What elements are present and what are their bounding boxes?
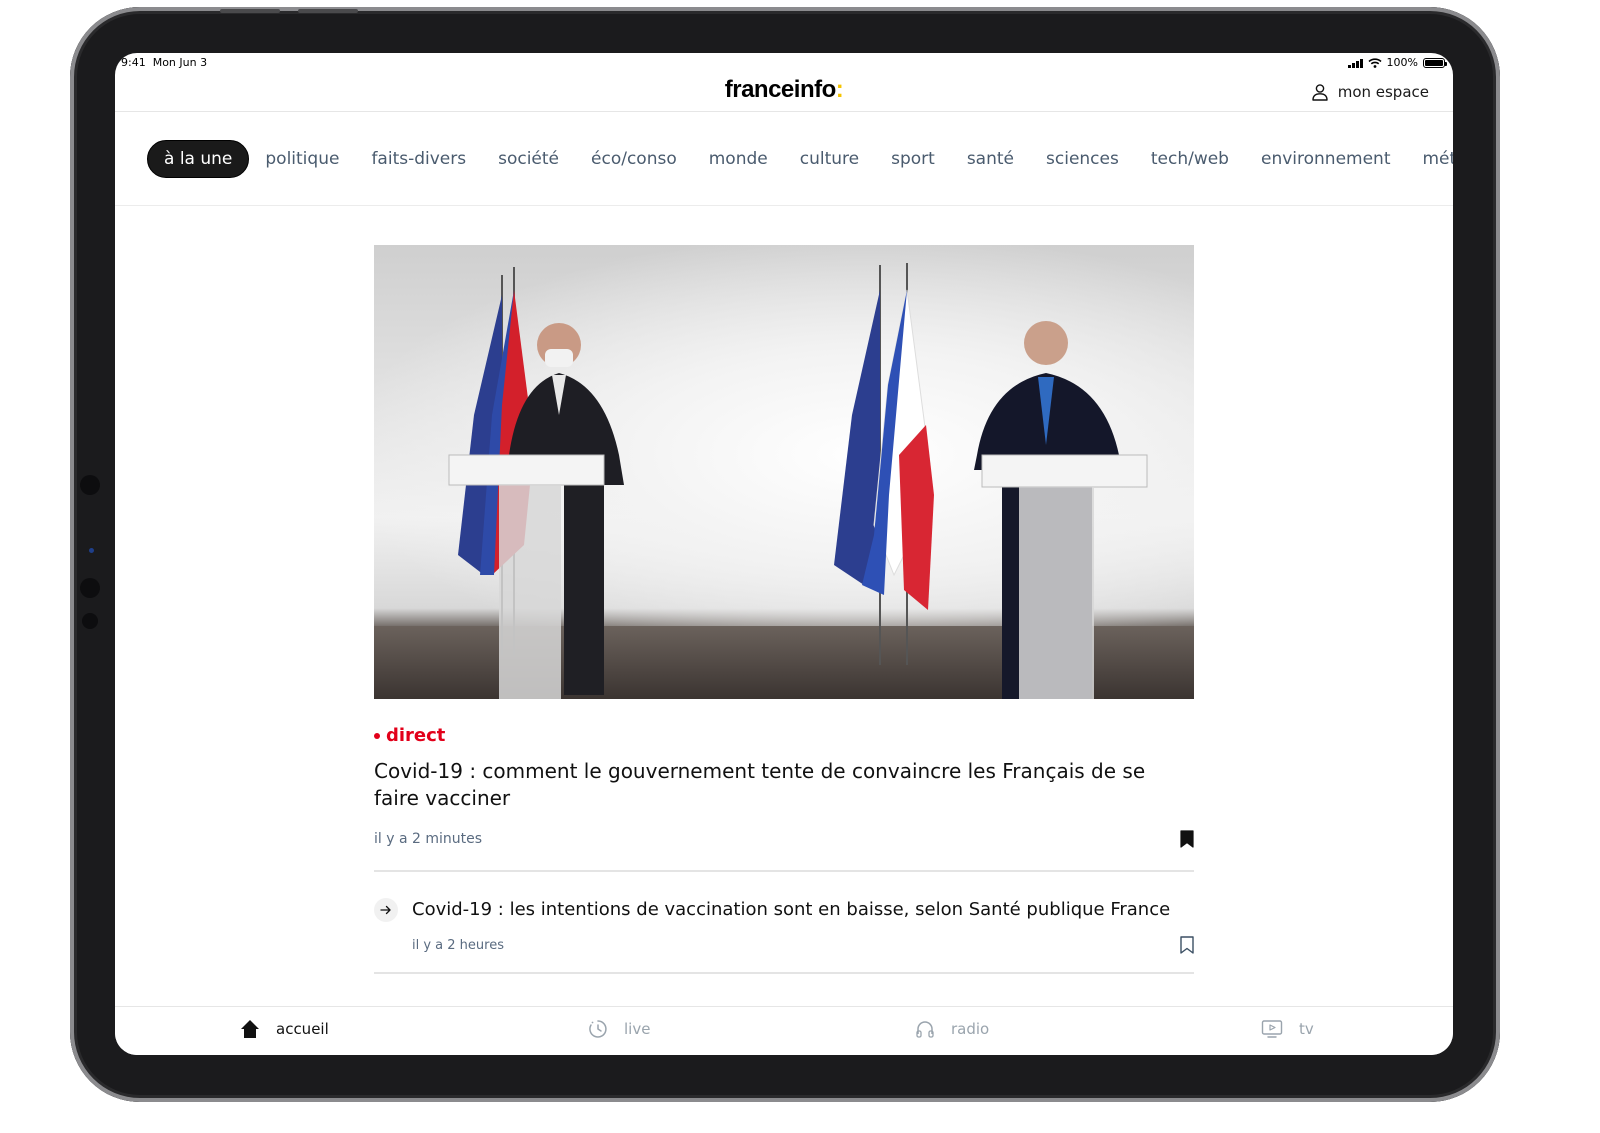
logo-accent: : xyxy=(835,76,844,103)
signal-icon xyxy=(1347,58,1363,68)
article-divider xyxy=(374,972,1194,974)
secondary-article[interactable]: Covid-19 : les intentions de vaccination… xyxy=(374,898,1194,954)
status-bar: 9:41 Mon Jun 3 100% xyxy=(115,53,1453,73)
main-article-meta: il y a 2 minutes xyxy=(374,830,1194,848)
app-screen: 9:41 Mon Jun 3 100% franceinfo: mon espa… xyxy=(115,53,1453,1055)
account-button[interactable]: mon espace xyxy=(1311,83,1429,101)
live-badge: direct xyxy=(374,725,1194,746)
tab-societe[interactable]: société xyxy=(482,141,575,177)
main-article-title[interactable]: Covid-19 : comment le gouvernement tente… xyxy=(374,758,1194,812)
tab-culture[interactable]: culture xyxy=(784,141,875,177)
article-feed: direct Covid-19 : comment le gouvernemen… xyxy=(374,245,1194,974)
franceinfo-logo[interactable]: franceinfo: xyxy=(115,76,1453,104)
camera-dot xyxy=(89,548,94,553)
tab-sante[interactable]: santé xyxy=(951,141,1030,177)
secondary-article-time: il y a 2 heures xyxy=(412,937,504,953)
status-clock: 9:41 xyxy=(121,56,146,69)
nav-accueil[interactable]: accueil xyxy=(240,1019,329,1039)
clock-icon xyxy=(589,1020,607,1038)
secondary-article-body: Covid-19 : les intentions de vaccination… xyxy=(412,898,1194,954)
live-badge-label: direct xyxy=(386,725,446,746)
tab-meteo[interactable]: météo xyxy=(1407,141,1454,177)
live-dot xyxy=(374,732,380,739)
sensor-dot xyxy=(80,578,100,598)
status-date: Mon Jun 3 xyxy=(152,56,208,69)
headphones-icon xyxy=(916,1021,934,1038)
tab-eco-conso[interactable]: éco/conso xyxy=(575,141,693,177)
wifi-icon xyxy=(1368,57,1382,68)
nav-tv-label: tv xyxy=(1299,1020,1314,1038)
nav-radio-label: radio xyxy=(951,1020,990,1038)
bookmark-filled-icon[interactable] xyxy=(1180,830,1194,848)
tab-tech-web[interactable]: tech/web xyxy=(1135,141,1245,177)
nav-radio[interactable]: radio xyxy=(915,1019,989,1039)
tabs-row: à la une politique faits-divers société … xyxy=(147,140,1453,178)
hero-image[interactable] xyxy=(374,245,1194,699)
status-time: 9:41 Mon Jun 3 xyxy=(121,56,207,69)
secondary-article-meta: il y a 2 heures xyxy=(412,936,1194,954)
nav-live[interactable]: live xyxy=(588,1019,650,1039)
bookmark-outline-icon[interactable] xyxy=(1180,936,1194,954)
article-divider xyxy=(374,870,1194,872)
nav-accueil-label: accueil xyxy=(276,1020,329,1038)
sensor-dot xyxy=(82,613,98,629)
arrow-right-icon xyxy=(374,898,398,922)
bottom-nav: accueil live radio tv xyxy=(115,1006,1453,1055)
tab-a-la-une[interactable]: à la une xyxy=(147,140,250,178)
tab-politique[interactable]: politique xyxy=(249,141,355,177)
home-icon xyxy=(241,1020,259,1038)
tv-icon xyxy=(1261,1020,1283,1038)
tab-faits-divers[interactable]: faits-divers xyxy=(355,141,482,177)
tab-monde[interactable]: monde xyxy=(693,141,784,177)
tab-environnement[interactable]: environnement xyxy=(1245,141,1407,177)
status-indicators: 100% xyxy=(1347,56,1447,69)
nav-live-label: live xyxy=(624,1020,651,1038)
app-header: franceinfo: mon espace xyxy=(115,73,1453,112)
category-tabs: à la une politique faits-divers société … xyxy=(115,113,1453,206)
main-article-time: il y a 2 minutes xyxy=(374,831,483,847)
user-icon xyxy=(1312,84,1328,101)
tab-sport[interactable]: sport xyxy=(875,141,951,177)
battery-percent: 100% xyxy=(1386,56,1418,69)
press-conference-illustration xyxy=(448,263,1148,699)
volume-button xyxy=(220,9,280,13)
sensor-dot xyxy=(80,475,100,495)
account-label: mon espace xyxy=(1337,83,1429,101)
secondary-article-title[interactable]: Covid-19 : les intentions de vaccination… xyxy=(412,898,1194,922)
battery-icon xyxy=(1423,57,1447,68)
nav-tv[interactable]: tv xyxy=(1261,1019,1314,1039)
logo-text: franceinfo xyxy=(724,76,837,103)
tab-sciences[interactable]: sciences xyxy=(1030,141,1135,177)
volume-button xyxy=(298,9,358,13)
